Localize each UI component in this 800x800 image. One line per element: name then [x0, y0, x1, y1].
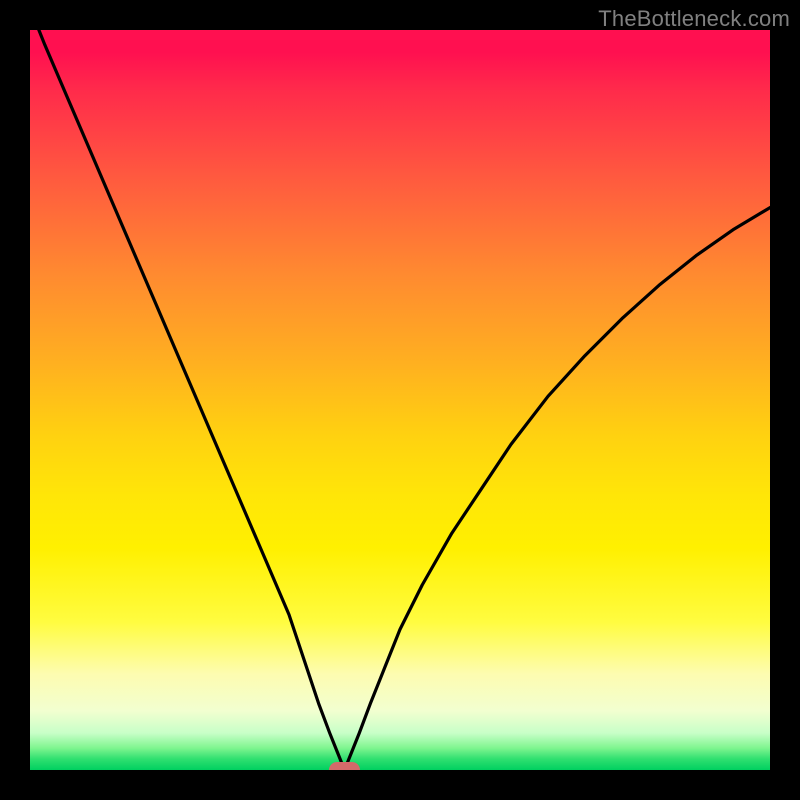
plot-area	[30, 30, 770, 770]
optimal-marker	[329, 762, 360, 770]
bottleneck-curve	[30, 30, 770, 770]
chart-frame: TheBottleneck.com	[0, 0, 800, 800]
watermark-text: TheBottleneck.com	[598, 6, 790, 32]
